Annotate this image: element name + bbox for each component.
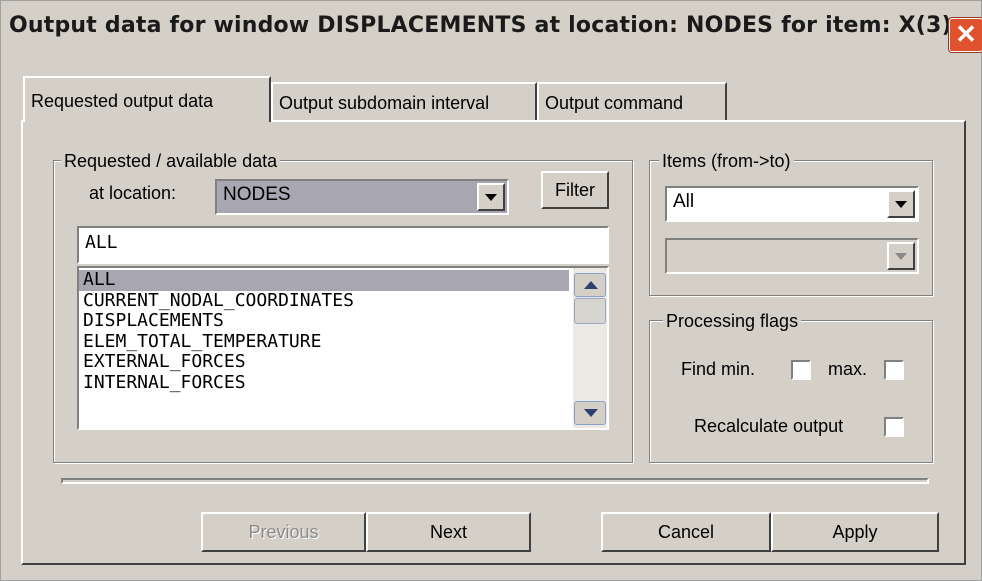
items-group-label: Items (from->to) <box>659 151 794 171</box>
recalculate-output-checkbox[interactable] <box>884 417 904 437</box>
window-title: Output data for window DISPLACEMENTS at … <box>9 13 952 38</box>
list-item-displacements[interactable]: DISPLACEMENTS <box>79 310 569 332</box>
chevron-down-icon[interactable] <box>477 183 505 211</box>
max-checkbox[interactable] <box>884 360 904 380</box>
apply-button[interactable]: Apply <box>771 512 939 552</box>
items-to-dropdown <box>665 238 919 274</box>
processing-flags-group <box>649 320 933 463</box>
items-from-value: All <box>673 191 695 212</box>
chevron-up-icon <box>584 281 598 289</box>
title-bar[interactable]: Output data for window DISPLACEMENTS at … <box>1 1 982 59</box>
filter-button[interactable]: Filter <box>541 171 609 209</box>
chevron-down-icon <box>887 242 915 270</box>
scroll-thumb[interactable] <box>574 298 606 324</box>
progress-bar <box>61 478 929 484</box>
tab-output-command[interactable]: Output command <box>537 82 727 120</box>
scroll-down-button[interactable] <box>574 401 606 425</box>
requested-data-group-label: Requested / available data <box>61 151 281 171</box>
find-min-label: Find min. <box>681 359 756 379</box>
close-icon[interactable]: ✕ <box>949 18 982 52</box>
chevron-down-icon[interactable] <box>887 190 915 218</box>
tab-requested-output-data[interactable]: Requested output data <box>23 76 271 122</box>
filter-button-label: Filter <box>555 180 595 200</box>
next-button[interactable]: Next <box>366 512 531 552</box>
location-label: at location: <box>89 183 177 203</box>
items-group <box>649 160 933 296</box>
items-from-dropdown[interactable]: All <box>665 186 919 222</box>
scroll-up-button[interactable] <box>574 273 606 297</box>
location-value: NODES <box>223 184 291 205</box>
list-item-elem-total-temperature[interactable]: ELEM_TOTAL_TEMPERATURE <box>79 331 569 353</box>
list-items: ALL CURRENT_NODAL_COORDINATES DISPLACEME… <box>79 269 569 394</box>
min-checkbox[interactable] <box>791 360 811 380</box>
list-item-external-forces[interactable]: EXTERNAL_FORCES <box>79 351 569 373</box>
apply-button-label: Apply <box>832 522 878 542</box>
processing-flags-group-label: Processing flags <box>663 311 802 331</box>
list-scrollbar[interactable] <box>573 268 607 428</box>
dialog-window: Output data for window DISPLACEMENTS at … <box>0 0 982 581</box>
filter-text-input[interactable]: ALL <box>77 226 609 264</box>
list-item-current-nodal-coordinates[interactable]: CURRENT_NODAL_COORDINATES <box>79 290 569 312</box>
max-label: max. <box>828 359 868 379</box>
location-dropdown[interactable]: NODES <box>215 179 509 215</box>
list-item-all[interactable]: ALL <box>79 269 569 291</box>
next-button-label: Next <box>429 522 467 542</box>
previous-button-label: Previous <box>248 522 319 542</box>
cancel-button[interactable]: Cancel <box>601 512 771 552</box>
chevron-down-icon <box>584 409 598 417</box>
cancel-button-label: Cancel <box>657 522 715 542</box>
list-item-internal-forces[interactable]: INTERNAL_FORCES <box>79 372 569 394</box>
available-data-list[interactable]: ALL CURRENT_NODAL_COORDINATES DISPLACEME… <box>77 266 609 430</box>
recalculate-output-label: Recalculate output <box>694 416 844 436</box>
previous-button: Previous <box>201 512 366 552</box>
tab-output-subdomain-interval[interactable]: Output subdomain interval <box>271 82 537 120</box>
